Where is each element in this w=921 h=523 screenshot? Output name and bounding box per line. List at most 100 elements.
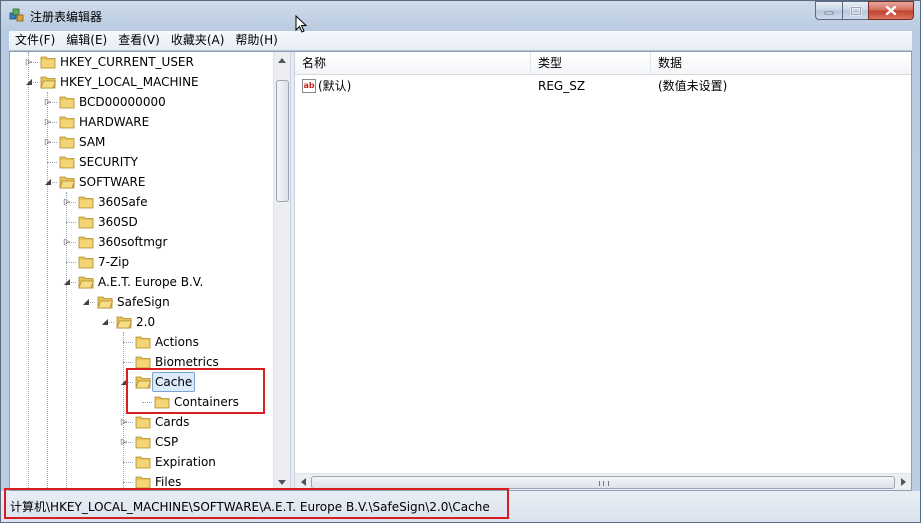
minimize-button[interactable] [815, 1, 842, 20]
tree-node[interactable]: 360SD [10, 212, 273, 232]
expanded-arrow-icon[interactable]: ◢ [43, 177, 53, 187]
menu-bar: 文件(F) 编辑(E) 查看(V) 收藏夹(A) 帮助(H) [9, 31, 912, 51]
folder-icon [59, 154, 75, 170]
tree-node-label: 360Safe [98, 195, 148, 209]
tree-node[interactable]: Expiration [10, 452, 273, 472]
tree-node[interactable]: ◢ A.E.T. Europe B.V. [10, 272, 273, 292]
tree-node-label: A.E.T. Europe B.V. [98, 275, 204, 289]
collapsed-arrow-icon[interactable]: ▷ [62, 237, 72, 247]
folder-icon [97, 294, 114, 310]
menu-favorites[interactable]: 收藏夹(A) [165, 31, 230, 50]
expanded-arrow-icon[interactable]: ◢ [100, 317, 110, 327]
folder-icon [135, 414, 151, 430]
tree-node[interactable]: Actions [10, 332, 273, 352]
main-content: ▷ HKEY_CURRENT_USER ◢ HKEY_LOCAL_MACHINE ▷ BC… [9, 51, 912, 491]
registry-editor-window: 注册表编辑器 文件(F) 编辑(E) 查看(V) 收藏夹(A) 帮助(H) ▷ H… [0, 0, 921, 523]
cache-highlight-box [126, 368, 265, 414]
mouse-cursor-icon [295, 15, 308, 33]
tree-node-label: Actions [155, 335, 199, 349]
registry-editor-app-icon [9, 8, 24, 22]
menu-help[interactable]: 帮助(H) [229, 31, 282, 50]
tree-node[interactable]: SECURITY [10, 152, 273, 172]
expanded-arrow-icon[interactable]: ◢ [81, 297, 91, 307]
tree-node[interactable]: ▷ 360Safe [10, 192, 273, 212]
tree-scroll-thumb[interactable] [276, 80, 289, 202]
tree-node-label: Expiration [155, 455, 216, 469]
expanded-arrow-icon[interactable]: ◢ [62, 277, 72, 287]
collapsed-arrow-icon[interactable]: ▷ [119, 437, 129, 447]
tree-node-label: 360SD [98, 215, 138, 229]
window-controls [815, 1, 914, 21]
tree-node[interactable]: ▷ CSP [10, 432, 273, 452]
folder-icon [116, 314, 133, 330]
tree-node-label: SOFTWARE [79, 175, 146, 189]
tree-node-label: SECURITY [79, 155, 138, 169]
folder-icon [135, 334, 151, 350]
tree-node[interactable]: ▷ BCD00000000 [10, 92, 273, 112]
scroll-up-arrow-icon[interactable] [277, 54, 287, 66]
folder-icon [78, 194, 94, 210]
tree-node-label: 360softmgr [98, 235, 168, 249]
value-data: (数值未设置) [658, 79, 728, 93]
scroll-right-arrow-icon[interactable] [898, 476, 908, 488]
column-header-name[interactable]: 名称 [295, 52, 531, 74]
collapsed-arrow-icon[interactable]: ▷ [43, 117, 53, 127]
tree-node[interactable]: ▷ SAM [10, 132, 273, 152]
tree-node-label: 7-Zip [98, 255, 130, 269]
minimize-icon [824, 11, 834, 14]
string-value-icon: ab [302, 79, 316, 93]
tree-node[interactable]: ◢ HKEY_LOCAL_MACHINE [10, 72, 273, 92]
menu-file[interactable]: 文件(F) [9, 31, 60, 50]
folder-icon [78, 254, 94, 270]
folder-icon [59, 174, 76, 190]
close-button[interactable] [868, 1, 914, 20]
tree-node[interactable]: ▷ HARDWARE [10, 112, 273, 132]
registry-tree[interactable]: ▷ HKEY_CURRENT_USER ◢ HKEY_LOCAL_MACHINE ▷ BC… [10, 52, 290, 490]
tree-node-label: HARDWARE [79, 115, 150, 129]
values-list[interactable]: 名称 类型 数据 ab (默认) REG_SZ (数值未设置) [295, 52, 911, 490]
collapsed-arrow-icon[interactable]: ▷ [119, 417, 129, 427]
list-header: 名称 类型 数据 [295, 52, 911, 75]
collapsed-arrow-icon[interactable]: ▷ [43, 137, 53, 147]
column-header-type[interactable]: 类型 [531, 52, 651, 74]
tree-node[interactable]: ▷ HKEY_CURRENT_USER [10, 52, 273, 72]
tree-node[interactable]: ▷ 360softmgr [10, 232, 273, 252]
folder-icon [40, 54, 56, 70]
tree-node-label: BCD00000000 [79, 95, 166, 109]
tree-vertical-scrollbar[interactable] [273, 52, 290, 490]
column-header-data[interactable]: 数据 [651, 52, 911, 74]
expanded-arrow-icon[interactable]: ◢ [24, 77, 34, 87]
folder-icon [59, 114, 75, 130]
window-title: 注册表编辑器 [30, 10, 103, 24]
tree-node[interactable]: ◢ SOFTWARE [10, 172, 273, 192]
scroll-down-arrow-icon[interactable] [277, 476, 287, 488]
folder-icon [59, 134, 75, 150]
list-row[interactable]: ab (默认) REG_SZ (数值未设置) [295, 76, 911, 96]
folder-icon [78, 214, 94, 230]
title-bar[interactable]: 注册表编辑器 [1, 1, 920, 31]
menu-edit[interactable]: 编辑(E) [60, 31, 112, 50]
close-icon [885, 5, 897, 16]
collapsed-arrow-icon[interactable]: ▷ [62, 197, 72, 207]
tree-node[interactable]: ◢ SafeSign [10, 292, 273, 312]
value-name: (默认) [318, 79, 352, 93]
folder-icon [59, 94, 75, 110]
tree-node[interactable]: 7-Zip [10, 252, 273, 272]
folder-icon [135, 434, 151, 450]
collapsed-arrow-icon[interactable]: ▷ [43, 97, 53, 107]
menu-view[interactable]: 查看(V) [112, 31, 165, 50]
folder-icon [40, 74, 57, 90]
scroll-left-arrow-icon[interactable] [298, 476, 308, 488]
collapsed-arrow-icon[interactable]: ▷ [24, 57, 34, 67]
tree-node-label: Cards [155, 415, 190, 429]
tree-node-label: HKEY_CURRENT_USER [60, 55, 194, 69]
tree-node-label: 2.0 [136, 315, 156, 329]
value-type: REG_SZ [538, 79, 586, 93]
maximize-icon [850, 6, 861, 15]
folder-icon [78, 234, 94, 250]
tree-node[interactable]: ◢ 2.0 [10, 312, 273, 332]
tree-node[interactable]: ▷ Cards [10, 412, 273, 432]
maximize-button[interactable] [842, 1, 868, 20]
grip-icon [599, 481, 609, 486]
tree-node-label: SAM [79, 135, 106, 149]
